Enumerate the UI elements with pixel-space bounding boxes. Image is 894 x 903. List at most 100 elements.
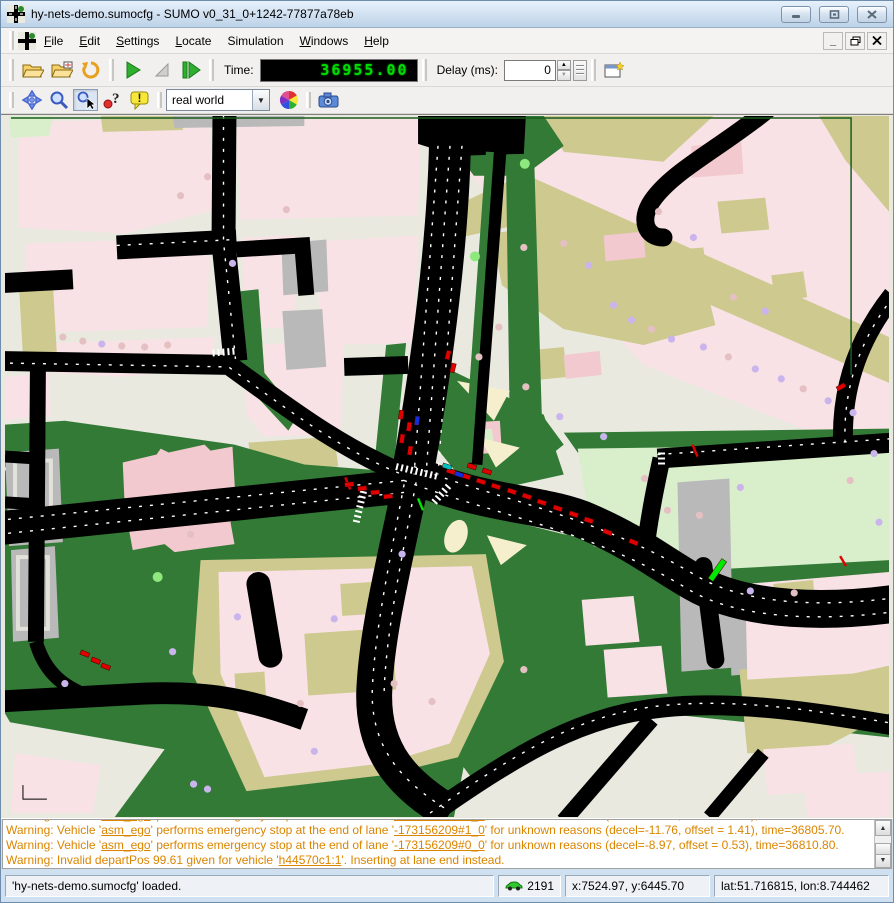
scroll-track[interactable]	[875, 836, 891, 852]
restore-button[interactable]	[819, 6, 849, 23]
menu-edit[interactable]: Edit	[71, 30, 108, 52]
menu-help[interactable]: Help	[356, 30, 397, 52]
log-text: ' for unknown reasons (decel=-8.97, offs…	[485, 838, 839, 852]
toolbar-grip[interactable]	[422, 59, 427, 81]
spin-up-icon[interactable]: ▲	[557, 60, 571, 71]
vehicle[interactable]	[406, 422, 412, 431]
vehicle[interactable]	[407, 446, 413, 455]
vehicle[interactable]	[345, 482, 354, 487]
messages-button[interactable]: !	[127, 89, 152, 111]
pedestrian-dot	[495, 324, 502, 331]
pedestrian-dot	[648, 326, 655, 333]
menu-file[interactable]: File	[36, 30, 71, 52]
screenshot-button[interactable]	[316, 89, 341, 111]
mdi-restore-button[interactable]	[845, 32, 865, 50]
log-line: Warning: Vehicle 'asm_ego' performs emer…	[6, 823, 871, 838]
scroll-thumb[interactable]	[875, 843, 891, 855]
vehicle[interactable]	[370, 490, 379, 495]
menu-windows[interactable]: Windows	[292, 30, 357, 52]
chevron-down-icon[interactable]: ▼	[252, 90, 269, 110]
pedestrian-dot	[825, 397, 832, 404]
toolbar-grip[interactable]	[157, 92, 162, 108]
minimize-button[interactable]	[781, 6, 811, 23]
log-line: Warning: Invalid departPos 99.61 given f…	[6, 853, 871, 868]
log-link[interactable]: -173156209#0_0	[394, 838, 485, 852]
log-link[interactable]: asm_ego	[101, 823, 150, 837]
pedestrian-dot	[229, 260, 236, 267]
toolbar-grip[interactable]	[9, 31, 14, 50]
log-text: '. Inserting at lane end instead.	[341, 853, 504, 867]
stop-icon	[153, 61, 171, 79]
stop-button[interactable]	[148, 58, 175, 83]
vehicle[interactable]	[398, 410, 404, 419]
pedestrian-dot	[846, 477, 853, 484]
menu-simulation[interactable]: Simulation	[219, 30, 291, 52]
toolbar-grip[interactable]	[306, 92, 311, 108]
open-network-button[interactable]	[48, 58, 75, 83]
log-link[interactable]: asm_ego	[101, 820, 150, 822]
vehicle[interactable]	[414, 416, 420, 425]
delay-input[interactable]: 0	[504, 60, 556, 81]
vehicle[interactable]	[383, 494, 392, 499]
pedestrian-dot	[690, 234, 697, 241]
menu-settings[interactable]: Settings	[108, 30, 167, 52]
log-link[interactable]: h44570c1:1	[279, 853, 342, 867]
pedestrian-dot	[311, 748, 318, 755]
pedestrian-dot	[187, 531, 194, 538]
menu-locate[interactable]: Locate	[167, 30, 219, 52]
close-button[interactable]	[857, 6, 887, 23]
toolbar-grip[interactable]	[9, 59, 14, 81]
pedestrian-dot	[655, 208, 662, 215]
delay-dial[interactable]	[573, 60, 587, 81]
toolbar-grip[interactable]	[9, 92, 14, 108]
run-button[interactable]	[119, 58, 146, 83]
toolbar-grip[interactable]	[591, 59, 596, 81]
coloring-scheme-value: real world	[167, 93, 252, 107]
new-view-button[interactable]	[601, 58, 628, 83]
sumo-main-window: hy-nets-demo.sumocfg - SUMO v0_31_0+1242…	[0, 0, 894, 903]
reload-icon	[81, 60, 101, 80]
step-icon	[181, 61, 201, 79]
coloring-scheme-select[interactable]: real world ▼	[166, 89, 270, 111]
zoom-button[interactable]	[46, 89, 71, 111]
recenter-button[interactable]	[19, 89, 44, 111]
color-wheel-icon	[279, 90, 299, 110]
edit-coloring-button[interactable]	[276, 89, 301, 111]
delay-spinner[interactable]: ▲ ▼	[557, 60, 571, 81]
log-scrollbar[interactable]: ▲ ▼	[874, 820, 891, 868]
pedestrian-dot	[752, 365, 759, 372]
pedestrian-dot	[610, 302, 617, 309]
vehicle[interactable]	[357, 486, 366, 491]
open-config-button[interactable]	[19, 58, 46, 83]
vehicle[interactable]	[399, 434, 405, 443]
pedestrian-dot	[520, 244, 527, 251]
log-lines: Warning: Vehicle 'asm_ego' performs emer…	[3, 820, 874, 868]
log-link[interactable]: -173156209#1_0	[394, 823, 485, 837]
log-text: ' for unknown reasons (decel=-11.76, off…	[485, 823, 845, 837]
menu-bar: FileEditSettingsLocateSimulationWindowsH…	[1, 28, 893, 54]
pedestrian-dot	[283, 206, 290, 213]
pedestrian-dot	[61, 680, 68, 687]
scroll-up-icon[interactable]: ▲	[875, 820, 891, 836]
locate-button[interactable]	[73, 89, 98, 111]
reload-button[interactable]	[77, 58, 104, 83]
log-link[interactable]: asm_ego	[101, 838, 150, 852]
app-settings-button[interactable]: ?	[100, 89, 125, 111]
toolbar-grip[interactable]	[109, 59, 114, 81]
sumo-mdi-icon	[18, 32, 36, 50]
pedestrian-dot	[762, 308, 769, 315]
map-canvas[interactable]	[1, 114, 893, 819]
pedestrian-dot	[59, 333, 66, 340]
simulation-toolbar: Time: 36955.00 Delay (ms): 0 ▲ ▼	[1, 54, 893, 87]
pedestrian-dot	[700, 343, 707, 350]
toolbar-grip[interactable]	[209, 59, 214, 81]
mdi-minimize-button[interactable]: _	[823, 32, 843, 50]
step-button[interactable]	[177, 58, 204, 83]
message-log: Warning: Vehicle 'asm_ego' performs emer…	[2, 819, 892, 869]
mdi-close-button[interactable]	[867, 32, 887, 50]
vehicle-count-panel: 2191	[498, 875, 561, 897]
spin-down-icon[interactable]: ▼	[557, 70, 571, 81]
log-link[interactable]: -173156209#1_0	[394, 820, 485, 822]
pedestrian-dot	[696, 512, 703, 519]
log-text: Warning: Vehicle '	[6, 823, 101, 837]
